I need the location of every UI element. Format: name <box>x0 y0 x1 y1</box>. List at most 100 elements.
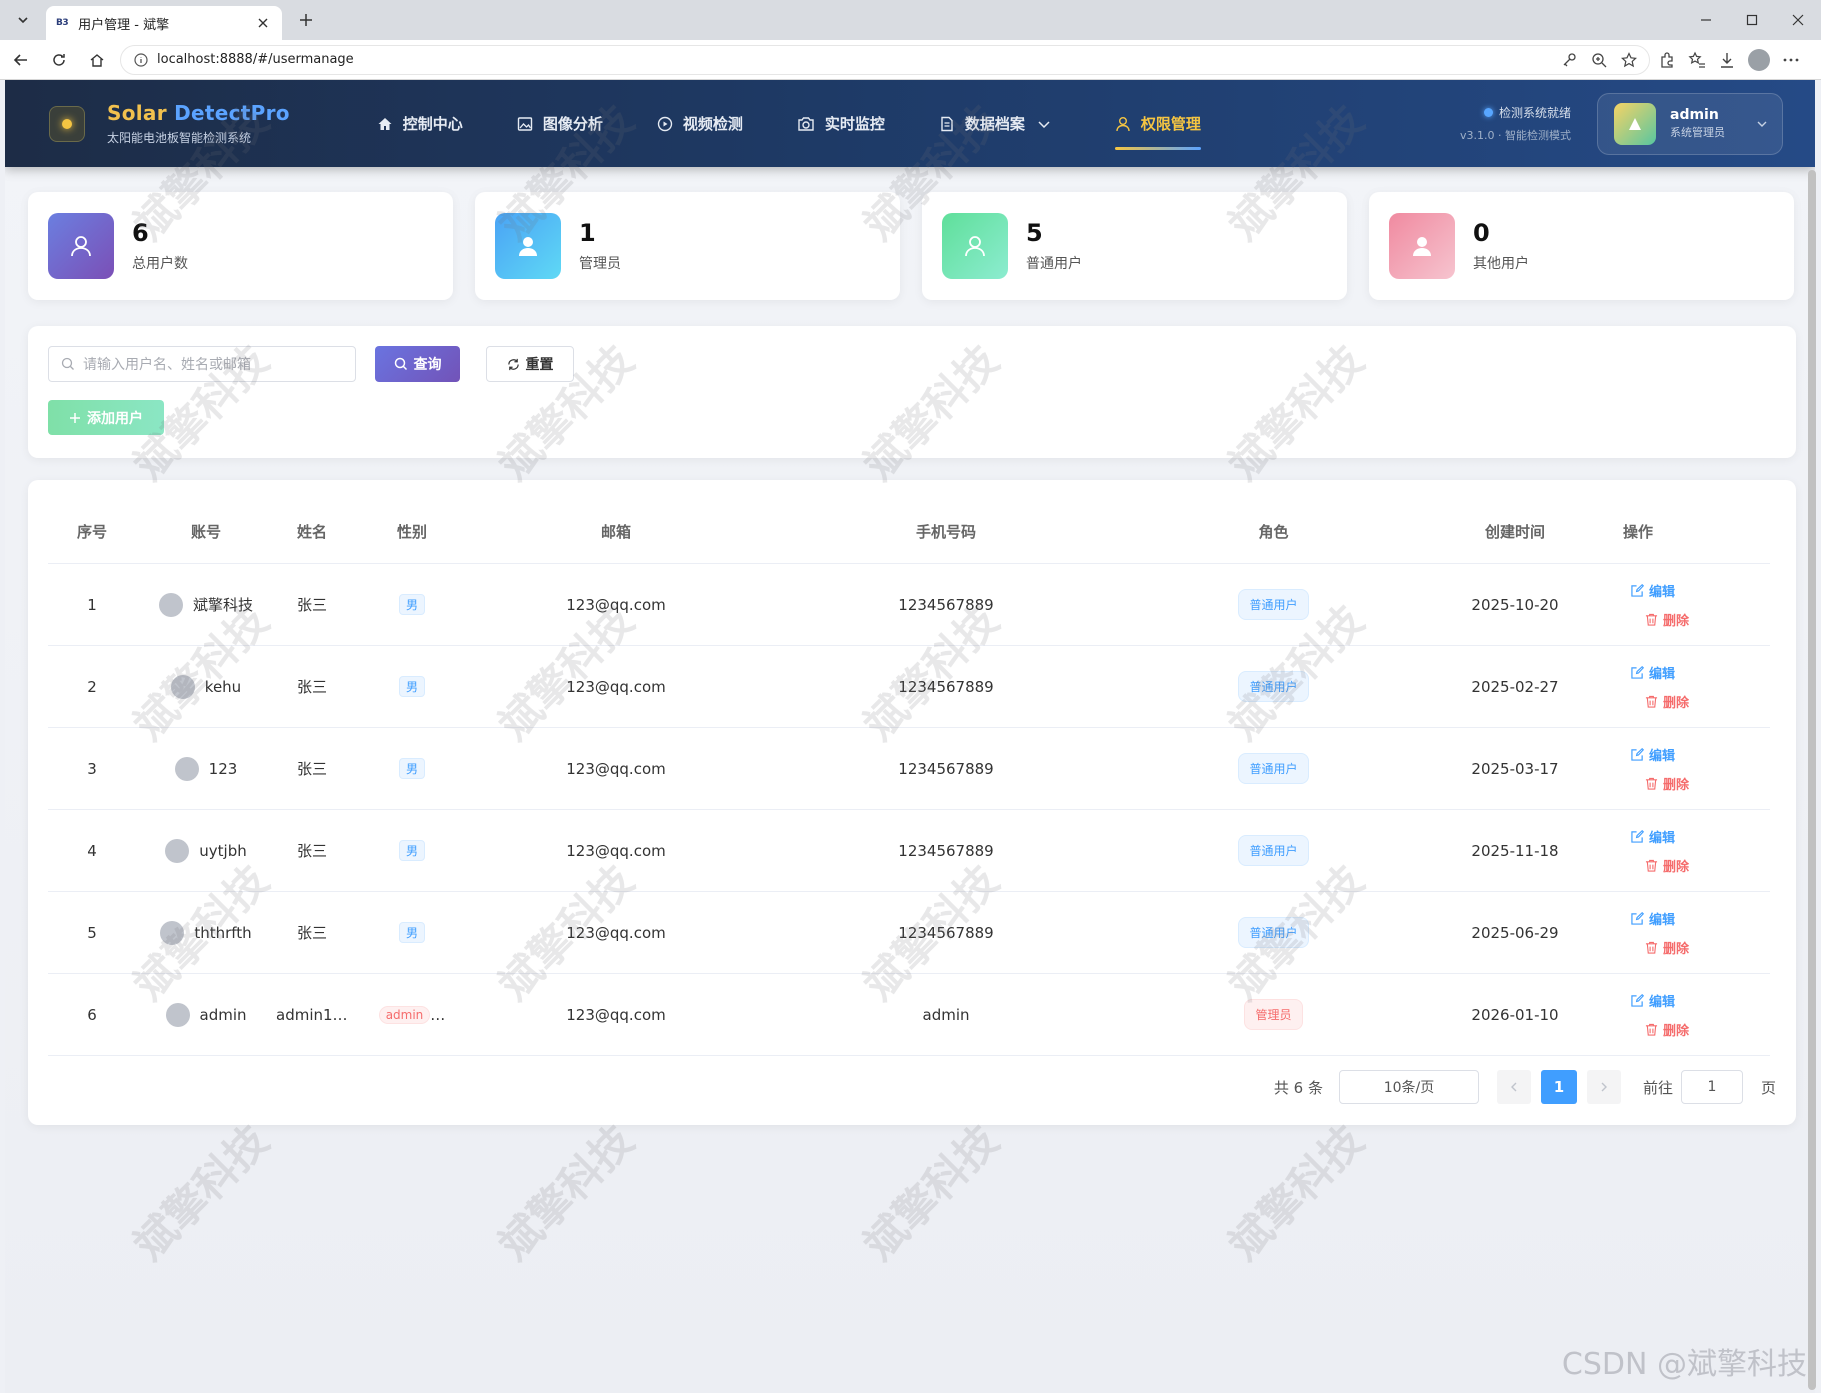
cell-account: uytjbh <box>136 838 276 863</box>
next-page-button[interactable] <box>1586 1070 1621 1104</box>
cell-email: 123@qq.com <box>566 677 666 696</box>
stat-value: 6 <box>132 219 149 247</box>
download-icon[interactable] <box>1718 51 1736 69</box>
menu-item-monitor[interactable]: 实时监控 <box>770 80 912 167</box>
url-field[interactable]: localhost:8888/#/usermanage <box>120 44 1650 75</box>
cell-index: 3 <box>87 759 97 778</box>
query-button-label: 查询 <box>413 357 442 373</box>
minimize-button[interactable] <box>1683 0 1729 40</box>
stat-value: 1 <box>579 219 596 247</box>
role-badge: 普通用户 <box>1238 753 1309 784</box>
cell-index: 2 <box>87 677 97 696</box>
cell-role: 普通用户 <box>1136 835 1411 866</box>
delete-button[interactable]: 删除 <box>1645 692 1749 711</box>
table-row: 3 123 张三 男 123@qq.com 1234567889 普通用户 2025-03-1… <box>48 728 1770 810</box>
more-icon[interactable] <box>1782 51 1800 69</box>
zoom-icon[interactable] <box>1591 52 1607 68</box>
app-root: Solar DetectPro 太阳能电池板智能检测系统 控制中心 图像分析 视… <box>5 80 1815 1393</box>
cell-name: 张三 <box>296 596 327 614</box>
cell-name: admin11... <box>276 1005 348 1024</box>
avatar <box>158 592 183 617</box>
watermark-text: 斌擎科技 <box>1219 1115 1373 1270</box>
page-scrollbar[interactable] <box>1808 80 1816 1393</box>
brand-name-part1: Solar <box>107 101 167 125</box>
star-icon[interactable] <box>1621 51 1637 68</box>
close-icon[interactable] <box>254 14 272 32</box>
account-name: admin <box>199 1005 247 1024</box>
delete-button[interactable]: 删除 <box>1645 938 1749 957</box>
add-user-button[interactable]: 添加用户 <box>48 400 164 435</box>
cell-role: 普通用户 <box>1136 671 1411 702</box>
trash-icon <box>1645 695 1658 708</box>
search-card: 请输入用户名、姓名或邮箱 查询 重置 添加用户 <box>28 326 1796 458</box>
user-menu[interactable]: admin 系统管理员 <box>1597 92 1783 155</box>
logo[interactable] <box>49 105 85 142</box>
cell-name: 张三 <box>296 842 327 860</box>
cell-actions: 编辑删除 <box>1619 745 1749 793</box>
cell-account: 123 <box>136 756 276 781</box>
edit-button[interactable]: 编辑 <box>1631 745 1749 764</box>
delete-label: 删除 <box>1663 941 1690 957</box>
delete-label: 删除 <box>1663 695 1690 711</box>
info-icon[interactable] <box>133 52 149 68</box>
menu-item-image-analysis[interactable]: 图像分析 <box>490 80 630 167</box>
goto-page-input[interactable]: 1 <box>1680 1070 1743 1104</box>
menu-item-label: 实时监控 <box>824 115 885 133</box>
prev-page-button[interactable] <box>1496 1070 1531 1104</box>
cell-created: 2025-10-20 <box>1471 595 1559 614</box>
stat-label: 总用户数 <box>132 256 188 272</box>
edit-icon <box>1631 993 1644 1007</box>
gender-tag: 男 <box>398 758 425 779</box>
edit-button[interactable]: 编辑 <box>1631 581 1749 600</box>
header-cell: 手机号码 <box>915 523 976 541</box>
plus-icon <box>300 14 312 26</box>
delete-button[interactable]: 删除 <box>1645 856 1749 875</box>
profile-avatar[interactable] <box>1748 48 1770 71</box>
page-number-current[interactable]: 1 <box>1540 1070 1577 1104</box>
extensions-icon[interactable] <box>1658 51 1676 69</box>
cell-role: 普通用户 <box>1136 589 1411 620</box>
edit-button[interactable]: 编辑 <box>1631 663 1749 682</box>
edit-button[interactable]: 编辑 <box>1631 991 1749 1010</box>
delete-button[interactable]: 删除 <box>1645 610 1749 629</box>
home-button[interactable] <box>80 43 114 77</box>
menu-item-permissions[interactable]: 权限管理 <box>1088 80 1228 167</box>
stat-card-normal: 5 普通用户 <box>922 192 1347 300</box>
avatar <box>170 674 195 699</box>
close-window-button[interactable] <box>1775 0 1821 40</box>
edit-button[interactable]: 编辑 <box>1631 827 1749 846</box>
gender-tag: 男 <box>398 594 425 615</box>
maximize-button[interactable] <box>1729 0 1775 40</box>
menu-item-dashboard[interactable]: 控制中心 <box>350 80 490 167</box>
search-input[interactable]: 请输入用户名、姓名或邮箱 <box>48 346 356 382</box>
avatar <box>165 838 190 863</box>
cell-created: 2025-02-27 <box>1471 677 1559 696</box>
cell-gender: 男 <box>348 922 476 943</box>
delete-button[interactable]: 删除 <box>1645 774 1749 793</box>
menu-item-label: 视频检测 <box>682 115 743 133</box>
query-button[interactable]: 查询 <box>375 346 460 382</box>
delete-label: 删除 <box>1663 859 1690 875</box>
new-tab-button[interactable] <box>290 4 322 36</box>
menu-item-video-detection[interactable]: 视频检测 <box>630 80 770 167</box>
menu-item-data-archive[interactable]: 数据档案 <box>912 80 1088 167</box>
key-icon[interactable] <box>1561 52 1577 68</box>
browser-tab[interactable]: B3 用户管理 - 斌擎 <box>46 6 282 40</box>
reload-button[interactable] <box>42 43 76 77</box>
back-button[interactable] <box>4 43 38 77</box>
edit-label: 编辑 <box>1649 666 1676 682</box>
page-size-select[interactable]: 10条/页 <box>1338 1070 1479 1104</box>
cell-account: kehu <box>136 674 276 699</box>
favorites-icon[interactable] <box>1688 51 1706 69</box>
table-row: 1 斌擎科技 张三 男 123@qq.com 1234567889 普通用户 2025-10-… <box>48 564 1770 646</box>
delete-button[interactable]: 删除 <box>1645 1020 1749 1039</box>
edit-button[interactable]: 编辑 <box>1631 909 1749 928</box>
chevron-down-icon <box>18 17 28 24</box>
cell-created: 2025-03-17 <box>1471 759 1559 778</box>
tab-list-button[interactable] <box>8 5 38 35</box>
menu-item-label: 数据档案 <box>964 115 1025 133</box>
scrollbar-thumb[interactable] <box>1808 170 1816 1390</box>
gender-tag: 男 <box>398 840 425 861</box>
cell-gender: 男 <box>348 594 476 615</box>
reset-button[interactable]: 重置 <box>486 346 574 382</box>
